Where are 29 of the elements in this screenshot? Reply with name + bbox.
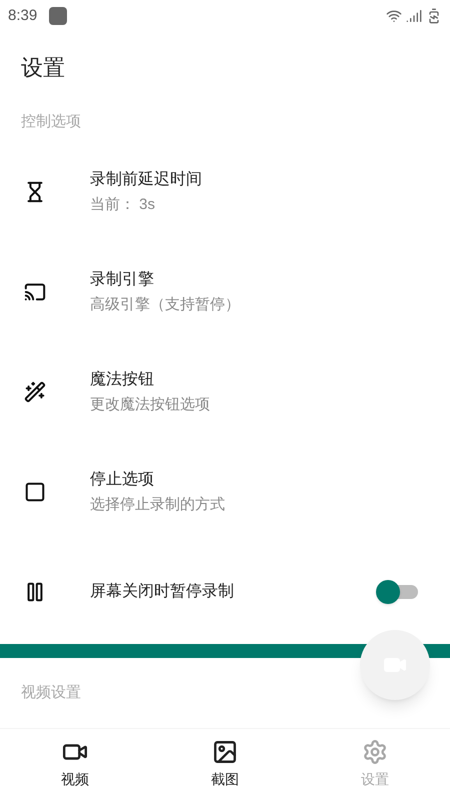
settings-row[interactable]: 录制前延迟时间 当前： 3s — [0, 142, 450, 242]
setting-title: 录制引擎 — [90, 270, 155, 290]
toggle-switch[interactable] — [376, 580, 418, 604]
setting-subtitle: 当前： 3s — [90, 194, 156, 215]
wifi-icon — [386, 8, 402, 24]
settings-row[interactable]: 录制引擎 高级引擎（支持暂停） — [0, 242, 450, 342]
setting-title: 录制前延迟时间 — [90, 170, 203, 190]
app-notification-icon — [49, 7, 68, 25]
section-header: 控制选项 — [21, 112, 81, 132]
settings-row[interactable]: 魔法按钮 更改魔法按钮选项 — [0, 342, 450, 442]
page-title: 设置 — [21, 54, 65, 82]
setting-subtitle: 更改魔法按钮选项 — [90, 394, 211, 415]
nav-tab[interactable]: 截图 — [150, 729, 300, 800]
square-icon — [24, 481, 46, 503]
image-icon — [212, 739, 238, 765]
settings-icon — [362, 739, 388, 765]
setting-title: 屏幕关闭时暂停录制 — [90, 582, 235, 602]
section-header: 视频设置 — [21, 682, 81, 703]
settings-row[interactable]: 屏幕关闭时暂停录制 — [0, 542, 450, 642]
status-time: 8:39 — [8, 6, 38, 26]
magic-wand-icon — [24, 381, 46, 403]
setting-subtitle: 选择停止录制的方式 — [90, 494, 226, 515]
setting-subtitle: 高级引擎（支持暂停） — [90, 294, 241, 315]
signal-icon — [406, 8, 422, 24]
nav-tab[interactable]: 视频 — [0, 729, 150, 800]
cast-icon — [24, 281, 46, 303]
setting-title: 停止选项 — [90, 470, 155, 490]
setting-title: 魔法按钮 — [90, 370, 155, 390]
settings-row[interactable]: 停止选项 选择停止录制的方式 — [0, 442, 450, 542]
